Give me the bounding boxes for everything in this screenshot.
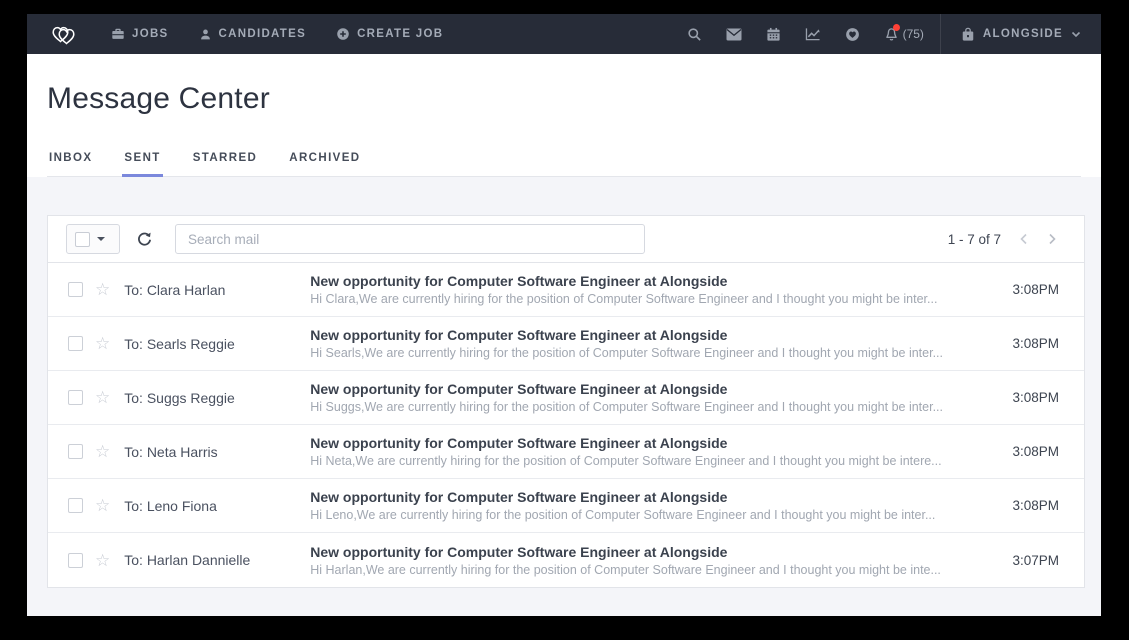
mail-preview: Hi Clara,We are currently hiring for the…	[310, 292, 998, 306]
mail-preview: Hi Searls,We are currently hiring for th…	[310, 346, 998, 360]
search-mail-input[interactable]	[175, 224, 645, 254]
mail-recipient: To: Clara Harlan	[124, 282, 310, 298]
mail-preview: Hi Harlan,We are currently hiring for th…	[310, 563, 998, 577]
page-title: Message Center	[47, 82, 1081, 116]
mail-subject: New opportunity for Computer Software En…	[310, 381, 998, 397]
search-icon[interactable]	[687, 27, 702, 42]
briefcase-icon	[111, 27, 125, 41]
select-all-checkbox[interactable]	[75, 232, 90, 247]
envelope-icon[interactable]	[726, 28, 742, 41]
star-icon[interactable]: ☆	[95, 497, 110, 514]
row-checkbox[interactable]	[68, 553, 83, 568]
star-icon[interactable]: ☆	[95, 335, 110, 352]
mail-row[interactable]: ☆ To: Neta Harris New opportunity for Co…	[48, 425, 1084, 479]
pagination: 1 - 7 of 7	[948, 231, 1059, 247]
nav-link-candidates[interactable]: CANDIDATES	[199, 28, 307, 41]
mail-time: 3:08PM	[1012, 282, 1059, 297]
calendar-icon[interactable]	[766, 27, 781, 42]
globe-heart-icon[interactable]	[845, 27, 860, 42]
mail-recipient: To: Leno Fiona	[124, 498, 310, 514]
top-navbar: JOBS CANDIDATES CREATE JOB	[27, 14, 1101, 54]
mail-time: 3:08PM	[1012, 498, 1059, 513]
brand-hearts-logo-icon[interactable]	[49, 20, 83, 48]
nav-links: JOBS CANDIDATES CREATE JOB	[111, 27, 443, 41]
account-menu[interactable]: ALONGSIDE	[941, 14, 1101, 54]
app-window: JOBS CANDIDATES CREATE JOB	[27, 14, 1101, 616]
star-icon[interactable]: ☆	[95, 281, 110, 298]
notification-dot	[893, 24, 900, 31]
mail-row[interactable]: ☆ To: Clara Harlan New opportunity for C…	[48, 263, 1084, 317]
mail-preview: Hi Suggs,We are currently hiring for the…	[310, 400, 998, 414]
tab-sent[interactable]: SENT	[122, 142, 162, 176]
nav-utility-icons: (75)	[687, 27, 940, 42]
mail-preview: Hi Leno,We are currently hiring for the …	[310, 508, 998, 522]
account-label: ALONGSIDE	[983, 28, 1063, 40]
nav-link-label: CREATE JOB	[357, 28, 443, 40]
plus-circle-icon	[336, 27, 350, 41]
person-icon	[199, 28, 212, 41]
tab-starred[interactable]: STARRED	[191, 142, 260, 176]
row-checkbox[interactable]	[68, 282, 83, 297]
prev-page-icon[interactable]	[1017, 231, 1030, 247]
nav-link-create-job[interactable]: CREATE JOB	[336, 27, 443, 41]
nav-link-jobs[interactable]: JOBS	[111, 27, 169, 41]
select-all-dropdown[interactable]	[66, 224, 120, 254]
mail-row[interactable]: ☆ To: Leno Fiona New opportunity for Com…	[48, 479, 1084, 533]
mail-recipient: To: Harlan Dannielle	[124, 552, 310, 568]
mail-row[interactable]: ☆ To: Harlan Dannielle New opportunity f…	[48, 533, 1084, 587]
row-checkbox[interactable]	[68, 390, 83, 405]
mail-subject: New opportunity for Computer Software En…	[310, 544, 998, 560]
caret-down-icon	[97, 237, 105, 241]
page-body: 1 - 7 of 7 ☆ To: Clara Harlan New opport…	[27, 177, 1101, 616]
mail-time: 3:08PM	[1012, 444, 1059, 459]
mail-subject: New opportunity for Computer Software En…	[310, 327, 998, 343]
analytics-chart-icon[interactable]	[805, 27, 821, 41]
tab-inbox[interactable]: INBOX	[47, 142, 94, 176]
mail-subject: New opportunity for Computer Software En…	[310, 435, 998, 451]
star-icon[interactable]: ☆	[95, 443, 110, 460]
star-icon[interactable]: ☆	[95, 552, 110, 569]
mail-recipient: To: Neta Harris	[124, 444, 310, 460]
row-checkbox[interactable]	[68, 336, 83, 351]
row-checkbox[interactable]	[68, 498, 83, 513]
mail-time: 3:08PM	[1012, 336, 1059, 351]
mail-time: 3:08PM	[1012, 390, 1059, 405]
notification-count: (75)	[903, 27, 924, 41]
page-header: Message Center INBOX SENT STARRED ARCHIV…	[27, 54, 1101, 177]
mail-time: 3:07PM	[1012, 553, 1059, 568]
mail-toolbar: 1 - 7 of 7	[48, 216, 1084, 263]
row-checkbox[interactable]	[68, 444, 83, 459]
mail-recipient: To: Searls Reggie	[124, 336, 310, 352]
mail-subject: New opportunity for Computer Software En…	[310, 489, 998, 505]
mail-subject: New opportunity for Computer Software En…	[310, 273, 998, 289]
star-icon[interactable]: ☆	[95, 389, 110, 406]
chevron-down-icon	[1071, 31, 1081, 38]
message-tabs: INBOX SENT STARRED ARCHIVED	[47, 142, 1081, 177]
mail-row[interactable]: ☆ To: Suggs Reggie New opportunity for C…	[48, 371, 1084, 425]
pagination-range: 1 - 7 of 7	[948, 232, 1001, 247]
notifications-bell-icon[interactable]: (75)	[884, 27, 924, 42]
mail-recipient: To: Suggs Reggie	[124, 390, 310, 406]
nav-link-label: JOBS	[132, 28, 169, 40]
nav-link-label: CANDIDATES	[219, 28, 307, 40]
refresh-icon[interactable]	[136, 231, 153, 248]
next-page-icon[interactable]	[1046, 231, 1059, 247]
mail-preview: Hi Neta,We are currently hiring for the …	[310, 454, 998, 468]
tab-archived[interactable]: ARCHIVED	[287, 142, 362, 176]
mail-list-card: 1 - 7 of 7 ☆ To: Clara Harlan New opport…	[47, 215, 1085, 588]
company-bag-icon	[961, 27, 975, 42]
mail-row[interactable]: ☆ To: Searls Reggie New opportunity for …	[48, 317, 1084, 371]
